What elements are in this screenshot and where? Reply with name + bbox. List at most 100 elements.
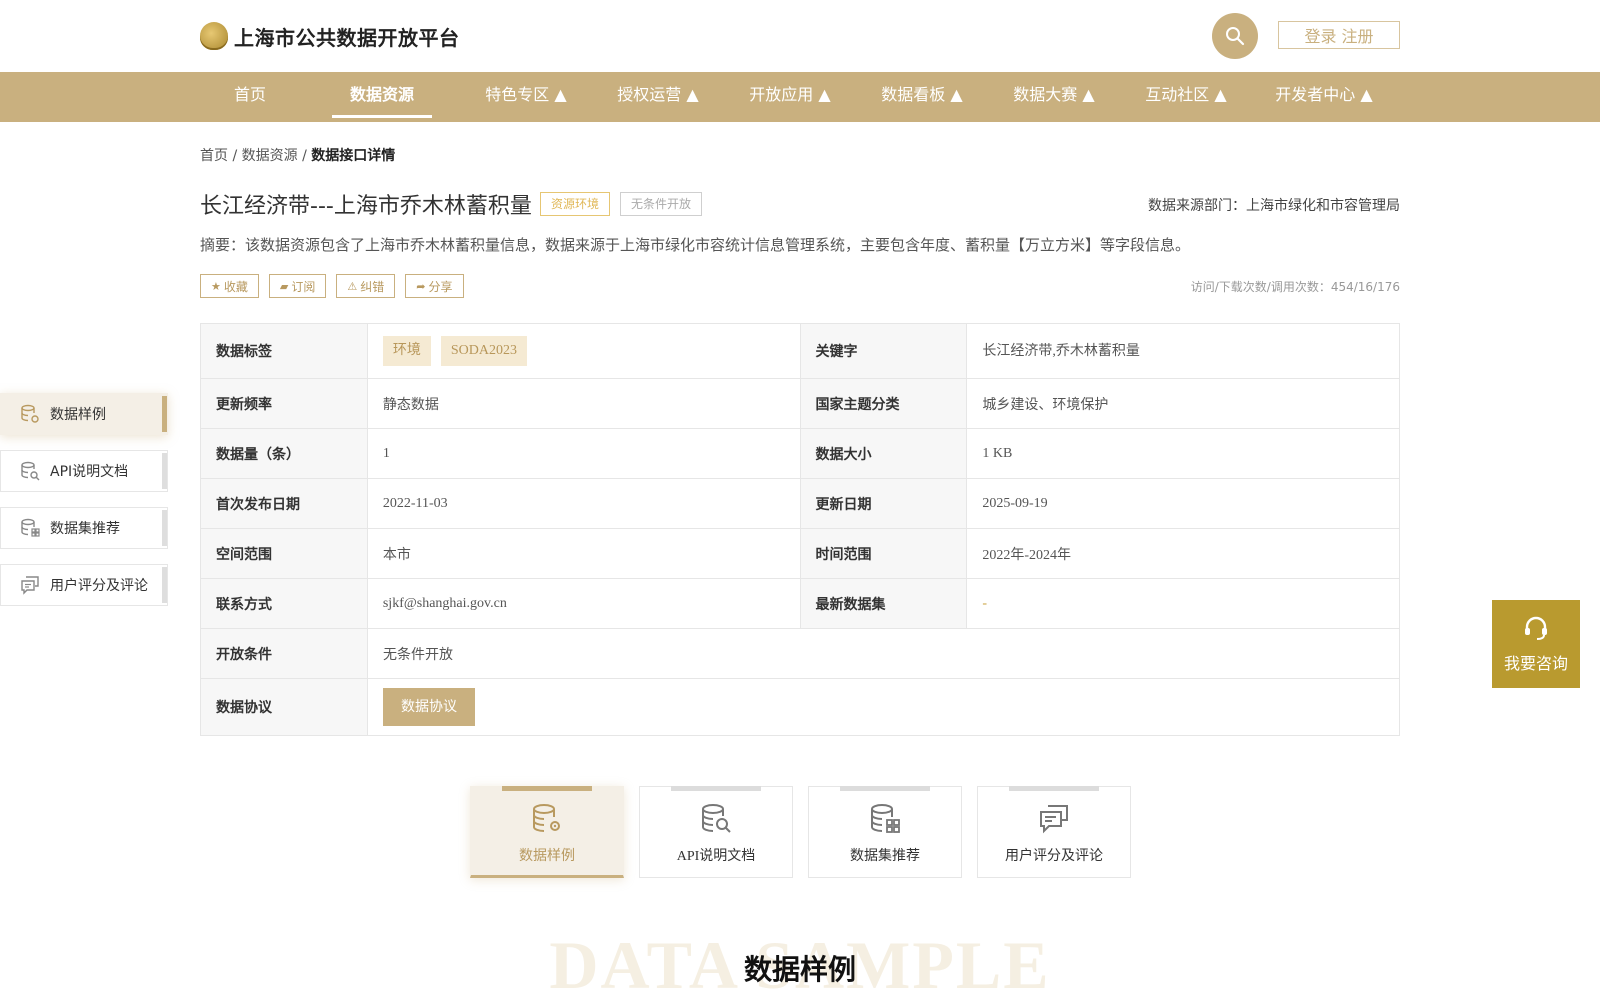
nav-label: 数据大赛 ▲ — [1013, 85, 1095, 104]
site-logo[interactable]: 上海市公共数据开放平台 — [200, 20, 460, 52]
tab-data-sample[interactable]: 数据样例 — [470, 786, 624, 878]
info-label: 国家主题分类 — [800, 379, 968, 428]
table-row: 更新频率 静态数据 国家主题分类 城乡建设、环境保护 — [201, 379, 1399, 429]
breadcrumb: 首页 / 数据资源 / 数据接口详情 — [200, 145, 395, 165]
info-label: 联系方式 — [201, 579, 368, 628]
nav-label: 开放应用 ▲ — [749, 85, 831, 104]
resource-title: 长江经济带---上海市乔木林蓄积量 — [200, 194, 532, 219]
info-label: 更新频率 — [201, 379, 368, 428]
info-label: 更新日期 — [800, 479, 968, 528]
logo-icon — [200, 22, 228, 50]
nav-label: 开发者中心 ▲ — [1275, 85, 1373, 104]
search-button[interactable] — [1212, 13, 1258, 59]
info-value-frequency: 静态数据 — [368, 379, 801, 428]
tab-api-doc[interactable]: API说明文档 — [639, 786, 793, 878]
info-value-latest-dataset: - — [982, 595, 988, 611]
tag-chip[interactable]: SODA2023 — [440, 336, 527, 366]
side-item-data-sample[interactable]: 数据样例 — [0, 393, 168, 435]
favorite-label: 收藏 — [223, 279, 248, 294]
tab-user-reviews[interactable]: 用户评分及评论 — [977, 786, 1131, 878]
breadcrumb-section[interactable]: 数据资源 — [242, 148, 298, 164]
subscribe-icon: ▰ — [279, 279, 289, 293]
favorite-button[interactable]: ★ 收藏 — [200, 274, 259, 298]
info-value-update-date: 2025-09-19 — [982, 495, 1048, 511]
database-search-icon — [640, 803, 792, 835]
info-label: 数据量（条） — [201, 429, 368, 478]
share-icon: ➦ — [416, 279, 426, 293]
table-row: 数据标签 环境 SODA2023 关键字 长江经济带,乔木林蓄积量 — [201, 324, 1399, 379]
nav-item-authorized-operation[interactable]: 授权运营 ▲ — [598, 72, 718, 122]
tag-resource-env: 资源环境 — [540, 192, 611, 216]
nav-label: 互动社区 ▲ — [1145, 85, 1227, 104]
info-value-size: 1 KB — [982, 445, 1013, 461]
nav-label: 数据资源 — [349, 85, 414, 104]
table-row: 首次发布日期 2022-11-03 更新日期 2025-09-19 — [201, 479, 1399, 529]
info-label: 数据大小 — [800, 429, 968, 478]
nav-item-data-resources[interactable]: 数据资源 — [332, 72, 432, 122]
subscribe-label: 订阅 — [291, 279, 316, 294]
info-value-keywords: 长江经济带,乔木林蓄积量 — [982, 344, 1140, 359]
source-department: 数据来源部门：上海市绿化和市容管理局 — [1148, 198, 1400, 214]
info-label: 最新数据集 — [800, 579, 968, 628]
tag-open-condition: 无条件开放 — [620, 192, 703, 216]
nav-item-data-contest[interactable]: 数据大赛 ▲ — [994, 72, 1114, 122]
nav-item-special-zone[interactable]: 特色专区 ▲ — [466, 72, 586, 122]
info-label: 首次发布日期 — [201, 479, 368, 528]
share-button[interactable]: ➦ 分享 — [405, 274, 464, 298]
database-grid-icon — [20, 518, 40, 538]
resource-info-table: 数据标签 环境 SODA2023 关键字 长江经济带,乔木林蓄积量 更新频率 静… — [200, 323, 1400, 736]
nav-label: 首页 — [233, 85, 266, 104]
nav-item-open-apps[interactable]: 开放应用 ▲ — [730, 72, 850, 122]
database-settings-icon — [20, 404, 40, 424]
database-grid-icon — [809, 803, 961, 835]
side-item-api-doc[interactable]: API说明文档 — [0, 450, 168, 492]
info-value-protocol: 数据协议 — [368, 679, 1399, 735]
tab-indicator — [1009, 786, 1099, 791]
side-item-label: 数据样例 — [50, 407, 106, 423]
nav-item-developer-center[interactable]: 开发者中心 ▲ — [1254, 72, 1394, 122]
info-value-count: 1 — [368, 429, 801, 478]
info-value-theme: 城乡建设、环境保护 — [982, 397, 1109, 413]
side-item-label: 用户评分及评论 — [50, 578, 148, 594]
side-item-indicator — [162, 453, 167, 489]
share-label: 分享 — [428, 279, 453, 294]
table-row: 空间范围 本市 时间范围 2022年-2024年 — [201, 529, 1399, 579]
info-value-first-publish: 2022-11-03 — [368, 479, 801, 528]
warning-icon: ⚠ — [347, 279, 358, 293]
main-nav: 首页 数据资源 特色专区 ▲ 授权运营 ▲ 开放应用 ▲ 数据看板 ▲ 数据大赛… — [0, 72, 1600, 122]
login-register-button[interactable]: 登录 注册 — [1278, 21, 1400, 49]
breadcrumb-current: 数据接口详情 — [311, 148, 396, 164]
data-protocol-button[interactable]: 数据协议 — [383, 688, 475, 726]
table-row: 联系方式 sjkf@shanghai.gov.cn 最新数据集 - — [201, 579, 1399, 629]
info-value-time-range: 2022年-2024年 — [982, 547, 1072, 563]
nav-item-data-dashboard[interactable]: 数据看板 ▲ — [862, 72, 982, 122]
table-row: 数据量（条） 1 数据大小 1 KB — [201, 429, 1399, 479]
database-settings-icon — [471, 803, 623, 835]
site-title: 上海市公共数据开放平台 — [234, 25, 460, 50]
info-value-open-condition: 无条件开放 — [383, 647, 453, 663]
nav-item-community[interactable]: 互动社区 ▲ — [1126, 72, 1246, 122]
tab-indicator — [502, 786, 592, 791]
search-icon — [1226, 27, 1245, 46]
side-item-indicator — [162, 567, 167, 603]
subscribe-button[interactable]: ▰ 订阅 — [268, 274, 327, 298]
table-row: 数据协议 数据协议 — [201, 679, 1399, 735]
side-item-dataset-recommend[interactable]: 数据集推荐 — [0, 507, 168, 549]
nav-item-home[interactable]: 首页 — [209, 72, 291, 122]
tag-chip[interactable]: 环境 — [382, 336, 431, 366]
info-label: 数据协议 — [201, 679, 368, 735]
star-icon: ★ — [211, 279, 221, 293]
side-item-user-reviews[interactable]: 用户评分及评论 — [0, 564, 168, 606]
tab-indicator — [840, 786, 930, 791]
consult-button[interactable]: 我要咨询 — [1492, 600, 1580, 688]
tab-dataset-recommend[interactable]: 数据集推荐 — [808, 786, 962, 878]
info-value-contact[interactable]: sjkf@shanghai.gov.cn — [368, 579, 801, 628]
nav-label: 授权运营 ▲ — [617, 85, 699, 104]
consult-label: 我要咨询 — [1503, 654, 1568, 673]
breadcrumb-separator: / — [297, 148, 312, 164]
report-error-button[interactable]: ⚠ 纠错 — [336, 274, 396, 298]
site-header: 上海市公共数据开放平台 登录 注册 — [0, 0, 1600, 72]
breadcrumb-home[interactable]: 首页 — [200, 148, 228, 164]
tab-label: 用户评分及评论 — [1005, 849, 1103, 864]
comments-icon — [978, 803, 1130, 835]
